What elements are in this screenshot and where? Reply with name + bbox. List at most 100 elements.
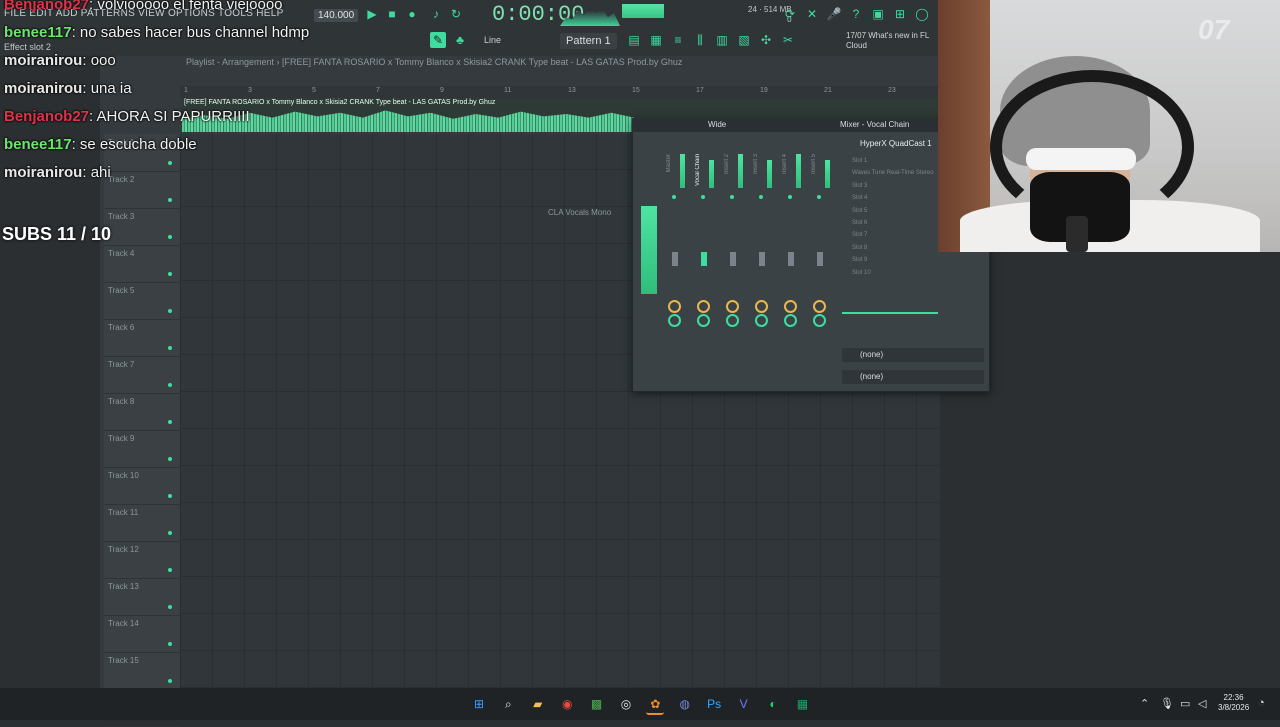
track-header[interactable]: Track 15 xyxy=(104,652,180,690)
track-header[interactable]: Track 8 xyxy=(104,393,180,431)
tray-chevron-icon[interactable]: ⌃ xyxy=(1140,697,1149,710)
track-led-icon[interactable] xyxy=(168,420,172,424)
track-header[interactable]: Track 12 xyxy=(104,541,180,579)
excel-icon[interactable]: ▦ xyxy=(793,695,811,713)
mixer-strip[interactable]: Insert 2 xyxy=(722,140,746,380)
track-led-icon[interactable] xyxy=(168,605,172,609)
track-header[interactable]: Track 4 xyxy=(104,245,180,283)
mixer-strip[interactable]: Insert 4 xyxy=(780,140,804,380)
mixer-view-mode[interactable]: Wide xyxy=(708,120,726,129)
track-header[interactable]: Track 9 xyxy=(104,430,180,468)
route-input[interactable]: (none) xyxy=(842,348,984,362)
metronome-icon[interactable]: ♪ xyxy=(428,6,444,22)
track-header[interactable]: Track 2 xyxy=(104,171,180,209)
track-led-icon[interactable] xyxy=(168,309,172,313)
play-icon[interactable]: ▶ xyxy=(364,6,380,22)
draw-tool-icon[interactable]: ✎ xyxy=(430,32,446,48)
mixer-fx-slot[interactable]: Waves Tune Real-Time Stereo xyxy=(852,170,934,176)
file-explorer-icon[interactable]: ▰ xyxy=(529,695,547,713)
stop-icon[interactable]: ■ xyxy=(384,6,400,22)
strip-led-icon[interactable] xyxy=(701,195,705,199)
track-led-icon[interactable] xyxy=(168,457,172,461)
pan-knob-icon[interactable] xyxy=(697,300,710,313)
strip-led-icon[interactable] xyxy=(730,195,734,199)
track-led-icon[interactable] xyxy=(168,198,172,202)
mixer-fx-slot[interactable]: Slot 6 xyxy=(852,220,867,226)
pan-knob-icon[interactable] xyxy=(755,300,768,313)
plugin-db-icon[interactable]: ▧ xyxy=(736,32,752,48)
help-icon[interactable]: ? xyxy=(848,6,864,22)
notification-icon[interactable]: ◔ xyxy=(1258,697,1265,709)
paint-tool-icon[interactable]: ♣ xyxy=(452,32,468,48)
track-led-icon[interactable] xyxy=(168,235,172,239)
save-icon[interactable]: ▣ xyxy=(870,6,886,22)
cpu-icon[interactable]: ✕ xyxy=(804,6,820,22)
fl-studio-icon[interactable]: ✿ xyxy=(646,695,665,715)
mixer-fx-slot[interactable]: Slot 9 xyxy=(852,257,867,263)
chat-icon[interactable]: ◯ xyxy=(914,6,930,22)
pan-knob-icon[interactable] xyxy=(668,300,681,313)
vegas-icon[interactable]: V xyxy=(735,695,753,713)
volume-fader[interactable] xyxy=(788,252,794,266)
cut-icon[interactable]: ✂ xyxy=(780,32,796,48)
volume-fader[interactable] xyxy=(817,252,823,266)
tray-volume-icon[interactable]: ◁ xyxy=(1198,697,1206,710)
spotify-icon[interactable]: ◐ xyxy=(764,695,782,713)
tray-network-icon[interactable]: ▭ xyxy=(1180,697,1190,710)
browser-icon[interactable]: ▥ xyxy=(714,32,730,48)
send-knob-icon[interactable] xyxy=(755,314,768,327)
tempo-display[interactable]: 140.000 xyxy=(314,9,359,22)
tray-mic-icon[interactable]: 🎙 xyxy=(1160,697,1174,710)
mixer-fx-slot[interactable]: Slot 1 xyxy=(852,158,867,164)
news-panel[interactable]: 17/07 What's new in FL Cloud xyxy=(846,31,936,51)
gear-icon[interactable]: ✣ xyxy=(758,32,774,48)
playlist-icon[interactable]: ▤ xyxy=(626,32,642,48)
timeline-ruler[interactable]: 1 3 5 7 9 11 13 15 17 19 21 23 xyxy=(180,86,940,98)
volume-fader[interactable] xyxy=(759,252,765,266)
chrome-icon[interactable]: ◉ xyxy=(558,695,576,713)
refresh-icon[interactable]: ⟳ xyxy=(782,6,798,22)
mixer-fx-slot[interactable]: Slot 10 xyxy=(852,270,871,276)
mic-icon[interactable]: 🎤 xyxy=(826,6,842,22)
clock[interactable]: 22:36 3/8/2026 xyxy=(1218,693,1249,713)
track-led-icon[interactable] xyxy=(168,494,172,498)
mixer-strip[interactable]: Master xyxy=(664,140,688,380)
channel-rack-icon[interactable]: ≡ xyxy=(670,32,686,48)
input-device[interactable]: HyperX QuadCast 1 xyxy=(860,139,932,148)
mixer-icon[interactable]: ⫼ xyxy=(692,32,708,48)
track-led-icon[interactable] xyxy=(168,383,172,387)
plugin-icon[interactable]: ⊞ xyxy=(892,6,908,22)
mixer-fx-slot[interactable]: Slot 8 xyxy=(852,245,867,251)
minecraft-icon[interactable]: ▩ xyxy=(588,695,606,713)
pattern-selector[interactable]: Pattern 1 xyxy=(560,33,617,49)
volume-fader[interactable] xyxy=(701,252,707,266)
volume-fader[interactable] xyxy=(730,252,736,266)
mixer-strip[interactable]: Insert 3 xyxy=(751,140,775,380)
track-led-icon[interactable] xyxy=(168,531,172,535)
strip-led-icon[interactable] xyxy=(672,195,676,199)
discord-icon[interactable]: ◍ xyxy=(676,695,694,713)
track-header[interactable]: Track 13 xyxy=(104,578,180,616)
track-led-icon[interactable] xyxy=(168,642,172,646)
pan-knob-icon[interactable] xyxy=(784,300,797,313)
track-header[interactable]: Track 6 xyxy=(104,319,180,357)
send-knob-icon[interactable] xyxy=(697,314,710,327)
mixer-strip[interactable]: Insert 5 xyxy=(809,140,833,380)
track-led-icon[interactable] xyxy=(168,161,172,165)
snap-select[interactable]: Line xyxy=(484,35,501,45)
track-led-icon[interactable] xyxy=(168,568,172,572)
record-icon[interactable]: ● xyxy=(404,6,420,22)
strip-led-icon[interactable] xyxy=(817,195,821,199)
photoshop-icon[interactable]: Ps xyxy=(705,695,723,713)
track-led-icon[interactable] xyxy=(168,346,172,350)
send-knob-icon[interactable] xyxy=(668,314,681,327)
track-led-icon[interactable] xyxy=(168,679,172,683)
track-header[interactable]: Track 3 xyxy=(104,208,180,246)
track-header[interactable]: Track 7 xyxy=(104,356,180,394)
send-knob-icon[interactable] xyxy=(813,314,826,327)
mixer-fx-slot[interactable]: Slot 4 xyxy=(852,195,867,201)
strip-led-icon[interactable] xyxy=(759,195,763,199)
send-knob-icon[interactable] xyxy=(784,314,797,327)
route-output[interactable]: (none) xyxy=(842,370,984,384)
strip-led-icon[interactable] xyxy=(788,195,792,199)
